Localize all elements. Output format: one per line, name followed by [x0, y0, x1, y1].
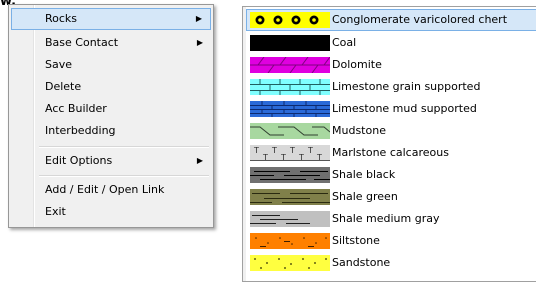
menu-item-label: Save: [45, 58, 73, 71]
shale-black-pattern-swatch: [250, 167, 330, 183]
svg-text:T: T: [262, 153, 268, 161]
svg-text:T: T: [253, 146, 259, 155]
menu-item-label: Interbedding: [45, 124, 116, 137]
rock-item-coal[interactable]: Coal: [246, 32, 536, 54]
rock-item-shale-gray[interactable]: Shale medium gray: [246, 208, 536, 230]
menu-item-label: Exit: [45, 205, 66, 218]
rock-item-label: Sandstone: [332, 256, 391, 269]
submenu-arrow-icon: ▶: [196, 38, 203, 47]
submenu-arrow-icon: ▶: [196, 156, 203, 165]
limestone-mud-pattern-swatch: [250, 101, 330, 117]
svg-text:T: T: [271, 146, 277, 155]
menu-item-rocks[interactable]: Rocks ▶: [11, 8, 211, 30]
menu-item-delete[interactable]: Delete: [11, 76, 211, 98]
rock-item-limestone-mud[interactable]: Limestone mud supported: [246, 98, 536, 120]
rock-item-shale-black[interactable]: Shale black: [246, 164, 536, 186]
rock-item-siltstone[interactable]: Siltstone: [246, 230, 536, 252]
svg-text:T: T: [307, 146, 313, 155]
shale-green-pattern-swatch: [250, 189, 330, 205]
sandstone-pattern-swatch: [250, 255, 330, 271]
menu-item-base-contact[interactable]: Base Contact ▶: [11, 32, 211, 54]
rock-item-mudstone[interactable]: Mudstone: [246, 120, 536, 142]
shale-gray-pattern-swatch: [250, 211, 330, 227]
rocks-submenu: Conglomerate varicolored chert Coal Dolo…: [242, 6, 536, 282]
context-menu: Rocks ▶ Base Contact ▶ Save Delete Acc B…: [8, 4, 214, 228]
svg-text:T: T: [280, 153, 286, 161]
menu-item-edit-options[interactable]: Edit Options ▶: [11, 150, 211, 172]
menu-item-label: Add / Edit / Open Link: [45, 183, 165, 196]
menu-item-acc-builder[interactable]: Acc Builder: [11, 98, 211, 120]
menu-item-label: Edit Options: [45, 154, 113, 167]
menu-separator: [39, 175, 209, 177]
menu-item-label: Rocks: [45, 12, 78, 25]
rock-item-conglomerate[interactable]: Conglomerate varicolored chert: [246, 9, 536, 31]
marlstone-pattern-swatch: TT TT TT TT: [250, 145, 330, 161]
conglomerate-pattern-swatch: [250, 12, 330, 28]
menu-item-interbedding[interactable]: Interbedding: [11, 120, 211, 142]
menu-item-save[interactable]: Save: [11, 54, 211, 76]
rock-item-limestone-grain[interactable]: Limestone grain supported: [246, 76, 536, 98]
menu-item-add-edit-open-link[interactable]: Add / Edit / Open Link: [11, 179, 211, 201]
menu-item-label: Delete: [45, 80, 82, 93]
menu-item-exit[interactable]: Exit: [11, 201, 211, 223]
rock-item-label: Shale green: [332, 190, 398, 203]
limestone-grain-pattern-swatch: [250, 79, 330, 95]
rock-item-label: Shale black: [332, 168, 396, 181]
coal-pattern-swatch: [250, 35, 330, 51]
rock-item-label: Limestone grain supported: [332, 80, 481, 93]
rock-item-marlstone[interactable]: TT TT TT TT Marlstone calcareous: [246, 142, 536, 164]
rock-item-sandstone[interactable]: Sandstone: [246, 252, 536, 274]
siltstone-pattern-swatch: [250, 233, 330, 249]
menu-item-label: Acc Builder: [45, 102, 107, 115]
rock-item-label: Limestone mud supported: [332, 102, 477, 115]
rock-item-label: Shale medium gray: [332, 212, 440, 225]
rock-item-shale-green[interactable]: Shale green: [246, 186, 536, 208]
menu-item-label: Base Contact: [45, 36, 119, 49]
rock-item-label: Conglomerate varicolored chert: [332, 13, 508, 26]
svg-text:T: T: [289, 146, 295, 155]
mudstone-pattern-swatch: [250, 123, 330, 139]
rock-item-label: Coal: [332, 36, 357, 49]
rock-item-label: Mudstone: [332, 124, 386, 137]
svg-text:T: T: [316, 153, 322, 161]
rock-item-dolomite[interactable]: Dolomite: [246, 54, 536, 76]
svg-text:T: T: [298, 153, 304, 161]
rock-item-label: Siltstone: [332, 234, 380, 247]
dolomite-pattern-swatch: [250, 57, 330, 73]
rock-item-label: Marlstone calcareous: [332, 146, 449, 159]
rock-item-label: Dolomite: [332, 58, 382, 71]
submenu-arrow-icon: ▶: [195, 14, 202, 23]
menu-separator: [39, 146, 209, 148]
